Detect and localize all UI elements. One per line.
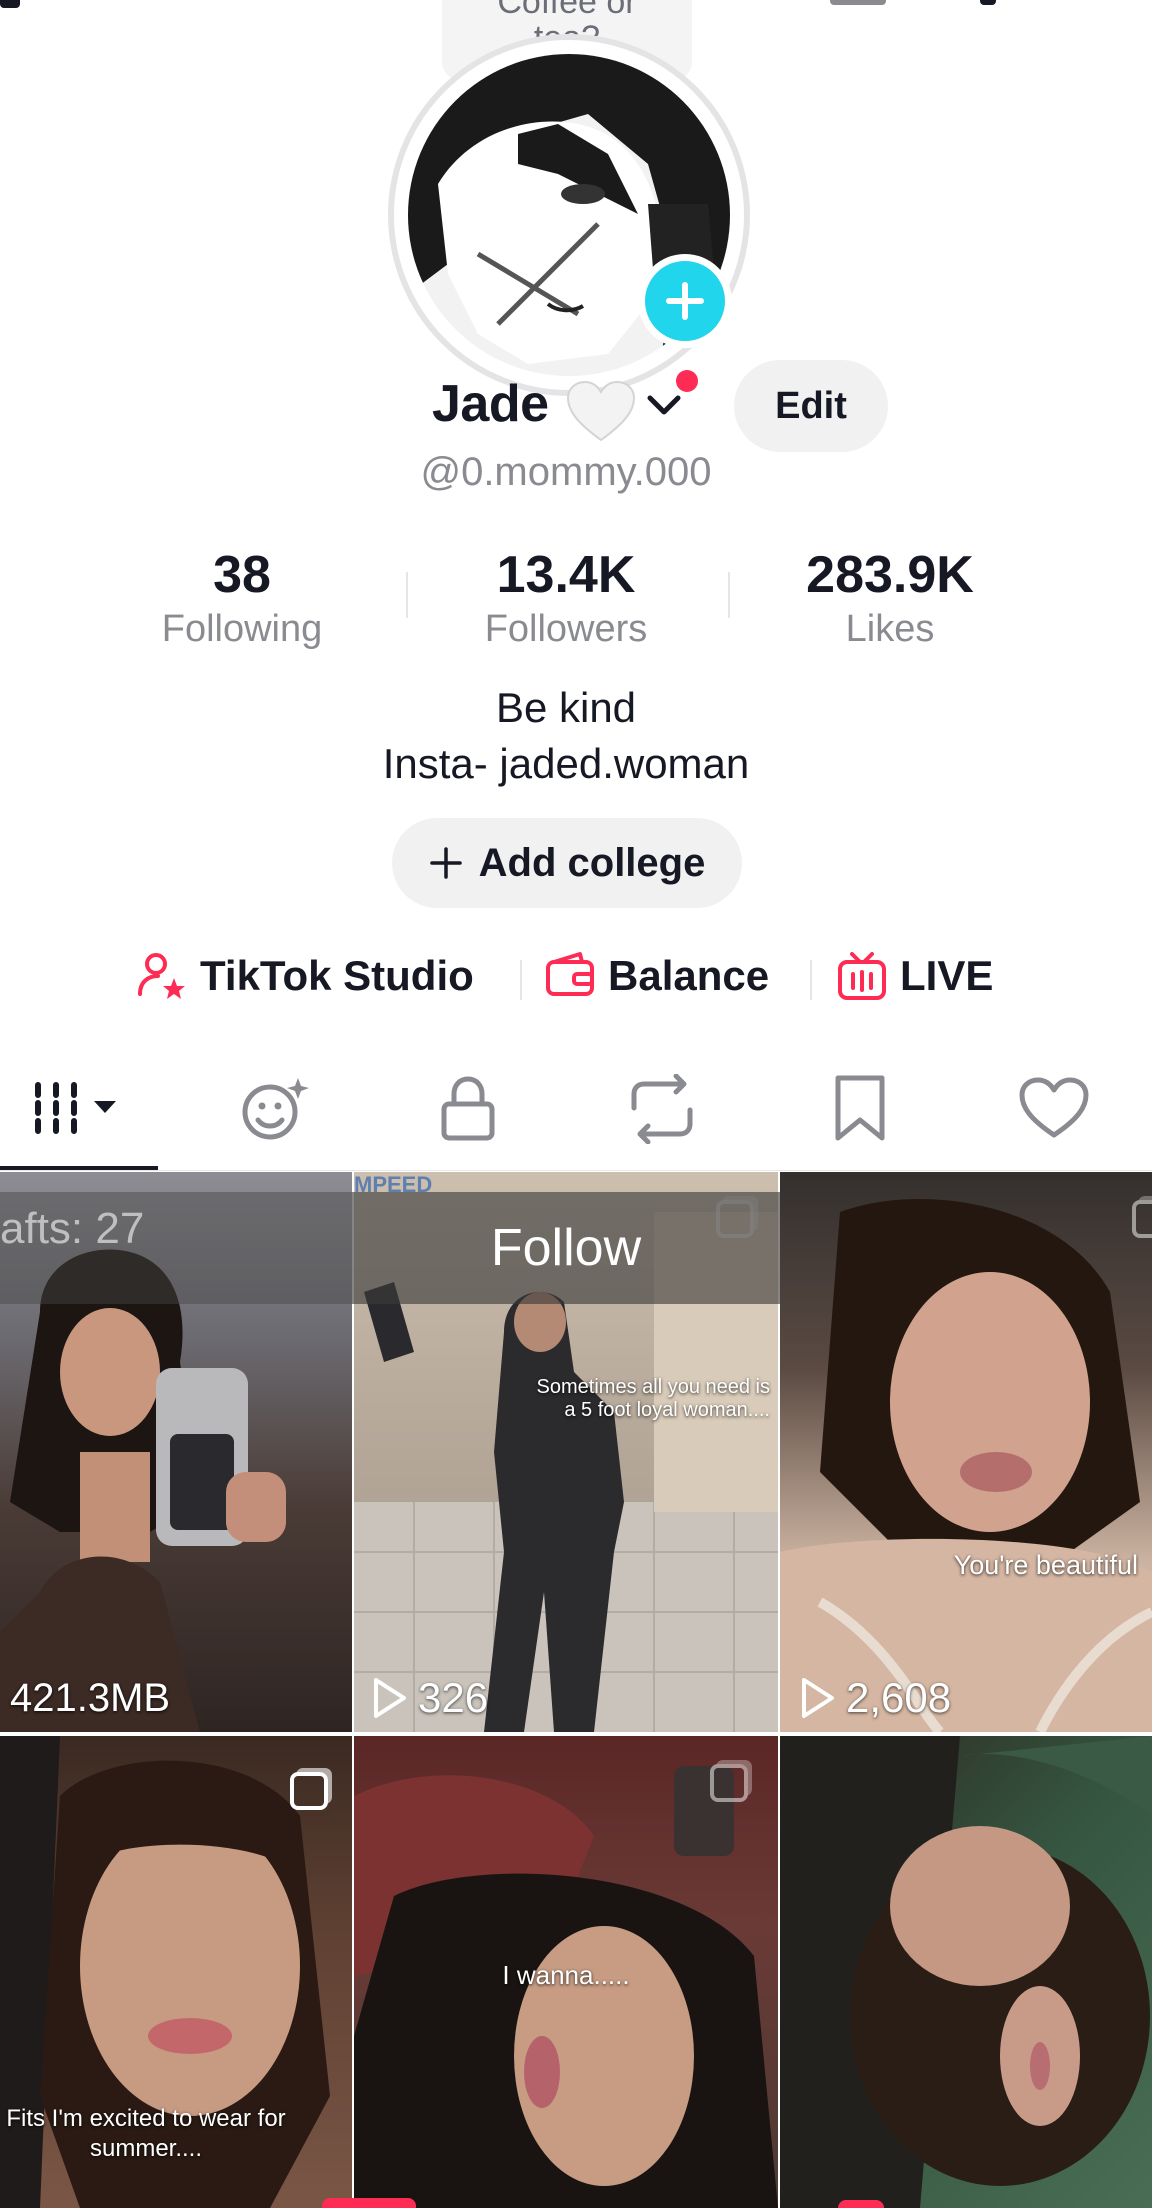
tab-videos[interactable]	[30, 1074, 130, 1144]
notification-dot	[676, 370, 698, 392]
stat-value: 38	[213, 546, 271, 604]
live-label: LIVE	[900, 952, 994, 999]
play-icon	[802, 1678, 834, 1718]
tiktok-studio-label: TikTok Studio	[200, 952, 474, 999]
note-line-1: Coffee or	[497, 0, 637, 21]
view-count: 326	[370, 1674, 488, 1722]
multi-clip-icon	[290, 1772, 328, 1810]
plus-icon	[666, 282, 704, 320]
play-icon	[374, 1678, 406, 1718]
video-caption: Fits I'm excited to wear for summer....	[6, 2105, 286, 2162]
stat-label: Following	[161, 608, 323, 650]
profile-name: Jade	[432, 375, 549, 433]
stat-divider	[728, 572, 730, 618]
video-thumbnail[interactable]: You're beautiful 2,608	[780, 1172, 1152, 1732]
profile-handle: @0.mommy.000	[420, 450, 712, 494]
bottom-nav-remnant	[838, 2200, 884, 2208]
top-bar-remnant	[0, 0, 20, 8]
white-heart-icon	[566, 380, 636, 442]
balance-label: Balance	[608, 952, 770, 999]
view-count-value: 2,608	[846, 1674, 952, 1721]
tab-private[interactable]	[432, 1074, 504, 1144]
add-story-button[interactable]	[638, 254, 732, 348]
bookmark-icon	[835, 1075, 885, 1141]
video-caption: I wanna.....	[502, 1960, 630, 1990]
plus-icon	[429, 847, 462, 879]
tabs-divider	[0, 1170, 1152, 1171]
tiktok-studio-link[interactable]: TikTok Studio	[136, 950, 474, 1002]
multi-clip-icon	[710, 1764, 748, 1802]
view-count-value: 326	[418, 1674, 489, 1721]
multi-clip-icon	[1132, 1200, 1152, 1238]
stat-likes[interactable]: 283.9K Likes	[770, 546, 1010, 654]
tab-favorites[interactable]	[828, 1074, 892, 1144]
view-count: 2,608	[798, 1674, 951, 1722]
bio-line-2: Insta- jaded.woman	[382, 740, 750, 787]
top-bar-remnant	[830, 0, 886, 5]
lock-icon	[441, 1076, 495, 1141]
edit-profile-button[interactable]: Edit	[734, 360, 888, 452]
drafts-overlay[interactable]: afts: 27	[0, 1192, 352, 1304]
follow-overlay-button[interactable]: Follow	[352, 1192, 780, 1304]
live-tv-icon	[838, 952, 886, 1000]
stat-value: 283.9K	[806, 546, 974, 604]
drafts-count: afts: 27	[0, 1204, 145, 1253]
video-thumbnail[interactable]	[780, 1736, 1152, 2208]
top-bar-remnant	[980, 0, 996, 5]
repost-icon	[631, 1074, 693, 1144]
stat-value: 13.4K	[496, 546, 636, 604]
video-grid: 421.3MB Sometimes all you need is a 5 fo…	[0, 1172, 1152, 2208]
thumbnail-art	[780, 1198, 1152, 1732]
tool-divider	[810, 960, 812, 1000]
balance-link[interactable]: Balance	[544, 950, 769, 1002]
heart-outline-icon	[1019, 1077, 1089, 1138]
stat-label: Followers	[484, 608, 648, 650]
add-college-button[interactable]: Add college	[392, 818, 742, 908]
stat-followers[interactable]: 13.4K Followers	[446, 546, 686, 654]
tab-collaborations[interactable]	[236, 1074, 316, 1144]
stat-divider	[406, 572, 408, 618]
video-thumbnail[interactable]: Fits I'm excited to wear for summer....	[0, 1736, 352, 2208]
stat-following[interactable]: 38 Following	[122, 546, 362, 654]
tool-divider	[520, 960, 522, 1000]
chevron-down-icon[interactable]	[646, 394, 682, 418]
video-caption: Sometimes all you need is a 5 foot loyal…	[536, 1376, 770, 1421]
video-caption: You're beautiful	[953, 1550, 1138, 1580]
stat-label: Likes	[845, 608, 935, 650]
bottom-nav-remnant	[322, 2198, 416, 2208]
add-college-label: Add college	[478, 840, 706, 885]
thumbnail-art	[780, 1736, 1152, 2208]
drafts-size: 421.3MB	[10, 1676, 171, 1720]
tab-liked[interactable]	[1012, 1074, 1096, 1144]
wallet-icon	[546, 952, 594, 996]
avatar-highlight	[422, 74, 434, 86]
tab-reposts[interactable]	[622, 1074, 702, 1144]
collab-icon	[242, 1078, 309, 1140]
video-thumbnail[interactable]: I wanna.....	[354, 1736, 778, 2208]
videos-grid-icon	[35, 1082, 116, 1134]
creator-star-icon	[138, 953, 185, 999]
bio-line-1: Be kind	[495, 684, 637, 731]
live-link[interactable]: LIVE	[836, 950, 993, 1002]
